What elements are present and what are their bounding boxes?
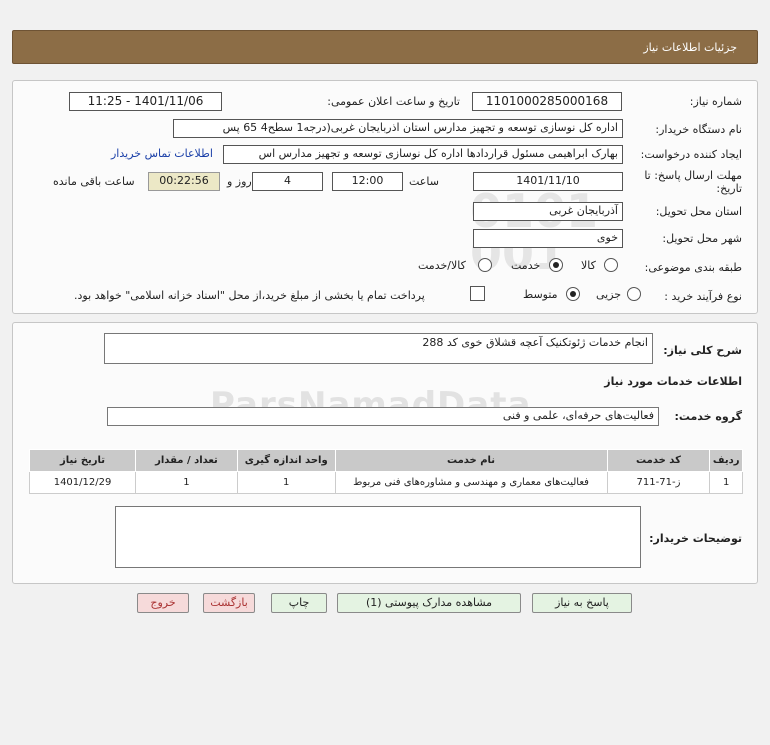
buyer-notes-field	[115, 506, 641, 568]
category-option-goods: کالا	[581, 259, 596, 272]
page-header: جزئیات اطلاعات نیاز	[12, 30, 758, 64]
need-info-panel	[12, 80, 758, 314]
summary-field: انجام خدمات ژئوتکنیک آعچه قشلاق خوی کد 2…	[104, 333, 653, 364]
time-label: ساعت	[409, 175, 439, 188]
col-header-code: کد خدمت	[606, 449, 711, 472]
treasury-checkbox[interactable]	[470, 286, 485, 301]
services-table: تاریخ نیاز تعداد / مقدار واحد اندازه گیر…	[28, 449, 743, 494]
buyer-notes-label: توضیحات خریدار:	[649, 532, 742, 545]
process-radio-minor[interactable]	[627, 287, 641, 301]
city-field: خوی	[473, 229, 623, 248]
cell-code: ز-71-711	[606, 471, 711, 494]
service-group-field: فعالیت‌های حرفه‌ای، علمی و فنی	[107, 407, 659, 426]
category-radio-goods[interactable]	[604, 258, 618, 272]
col-header-row: ردیف	[709, 449, 743, 472]
reply-button[interactable]: پاسخ به نیاز	[532, 593, 632, 613]
category-option-service: خدمت	[511, 259, 541, 272]
requester-field: بهارک ابراهیمی مسئول قراردادها اداره کل …	[223, 145, 623, 164]
table-header-row: تاریخ نیاز تعداد / مقدار واحد اندازه گیر…	[28, 449, 743, 472]
cell-row: 1	[709, 471, 743, 494]
announce-field: 1401/11/06 - 11:25	[69, 92, 222, 111]
category-label: طبقه بندی موضوعی:	[644, 261, 742, 274]
cell-qty: 1	[135, 471, 238, 494]
remaining-label: ساعت باقی مانده	[53, 175, 135, 188]
deadline-date-field: 1401/11/10	[473, 172, 623, 191]
summary-label: شرح کلی نیاز:	[663, 344, 742, 357]
need-number-field: 1101000285000168	[472, 92, 622, 111]
deadline-date-label: تاریخ:	[716, 182, 742, 195]
buyer-contact-link[interactable]: اطلاعات تماس خریدار	[111, 147, 213, 160]
back-button[interactable]: بازگشت	[203, 593, 255, 613]
category-radio-service[interactable]	[549, 258, 563, 272]
process-radio-medium[interactable]	[566, 287, 580, 301]
days-label: روز و	[227, 175, 252, 188]
city-label: شهر محل تحویل:	[662, 232, 742, 245]
deadline-label: مهلت ارسال پاسخ: تا	[644, 169, 742, 182]
announce-label: تاریخ و ساعت اعلان عمومی:	[327, 95, 460, 108]
process-option-minor: جزیی	[596, 288, 622, 301]
services-title: اطلاعات خدمات مورد نیاز	[604, 375, 742, 388]
province-label: استان محل تحویل:	[655, 205, 742, 218]
col-header-qty: تعداد / مقدار	[135, 449, 238, 472]
page-title: جزئیات اطلاعات نیاز	[643, 41, 737, 54]
category-option-goods-service: کالا/خدمت	[418, 259, 466, 272]
process-label: نوع فرآیند خرید :	[664, 290, 742, 303]
exit-button[interactable]: خروج	[137, 593, 189, 613]
process-option-medium: متوسط	[523, 288, 558, 301]
attachments-button[interactable]: مشاهده مدارک پیوستی (1)	[337, 593, 521, 613]
deadline-time-field: 12:00	[332, 172, 403, 191]
province-field: آذربایجان غربی	[473, 202, 623, 221]
buyer-org-label: نام دستگاه خریدار:	[655, 123, 742, 136]
cell-name: فعالیت‌های معماری و مهندسی و مشاوره‌های …	[334, 471, 608, 494]
table-row: 1401/12/29 1 1 فعالیت‌های معماری و مهندس…	[28, 471, 743, 494]
days-field: 4	[252, 172, 323, 191]
service-group-label: گروه خدمت:	[674, 410, 742, 423]
need-number-label: شماره نیاز:	[689, 95, 742, 108]
category-radio-goods-service[interactable]	[478, 258, 492, 272]
cell-date: 1401/12/29	[28, 471, 137, 494]
remaining-time-field: 00:22:56	[148, 172, 220, 191]
cell-unit: 1	[236, 471, 336, 494]
col-header-unit: واحد اندازه گیری	[236, 449, 336, 472]
requester-label: ایجاد کننده درخواست:	[640, 148, 742, 161]
col-header-name: نام خدمت	[334, 449, 608, 472]
buyer-org-field: اداره کل نوسازی توسعه و تجهیز مدارس استا…	[173, 119, 623, 138]
print-button[interactable]: چاپ	[271, 593, 327, 613]
col-header-date: تاریخ نیاز	[28, 449, 137, 472]
payment-note: پرداخت تمام یا بخشی از مبلغ خرید،از محل …	[74, 289, 425, 302]
